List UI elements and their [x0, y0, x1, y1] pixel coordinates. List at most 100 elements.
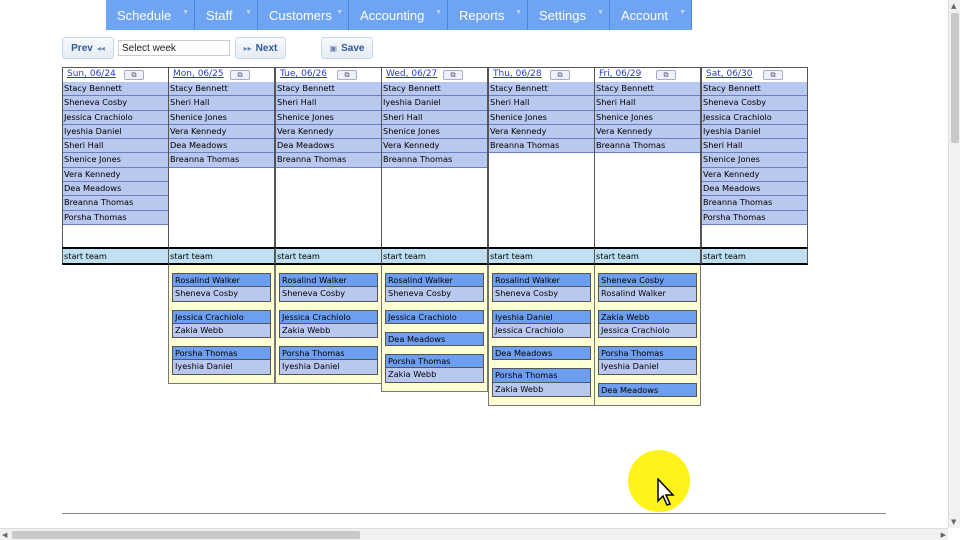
staff-item[interactable]: Shenice Jones: [489, 110, 594, 125]
start-team-dropzone[interactable]: start team: [275, 247, 382, 265]
staff-item[interactable]: Shenice Jones: [276, 110, 381, 125]
staff-item[interactable]: Dea Meadows: [63, 182, 168, 197]
staff-item[interactable]: Vera Kennedy: [382, 139, 487, 154]
staff-item[interactable]: Dea Meadows: [702, 182, 807, 197]
nav-account[interactable]: Account ▼: [610, 0, 692, 30]
save-button[interactable]: ▣ Save: [321, 37, 373, 59]
staff-item[interactable]: Stacy Bennett: [169, 82, 274, 97]
team-member[interactable]: Iyeshia Daniel: [279, 360, 378, 375]
staff-item[interactable]: Iyeshia Daniel: [63, 124, 168, 140]
team-member[interactable]: Sheneva Cosby: [279, 287, 378, 302]
team-member[interactable]: Sheneva Cosby: [385, 287, 484, 302]
team-group[interactable]: Dea Meadows: [385, 331, 484, 347]
staff-item[interactable]: Jessica Crachiolo: [63, 110, 168, 125]
copy-day-icon[interactable]: ⧉: [124, 70, 144, 80]
scroll-down-icon[interactable]: ▼: [951, 518, 956, 526]
team-group[interactable]: Porsha Thomas Iyeshia Daniel: [598, 346, 697, 375]
team-group[interactable]: Jessica Crachiolo Zakia Webb: [172, 309, 271, 339]
team-lead[interactable]: Porsha Thomas: [598, 346, 697, 361]
day-date-link[interactable]: Sun, 06/24: [67, 69, 116, 79]
team-group[interactable]: Porsha Thomas Zakia Webb: [492, 368, 591, 398]
team-member[interactable]: Jessica Crachiolo: [598, 323, 697, 339]
start-team-dropzone[interactable]: start team: [701, 247, 808, 265]
staff-item[interactable]: Vera Kennedy: [63, 167, 168, 183]
staff-item[interactable]: Shenice Jones: [169, 110, 274, 125]
staff-item[interactable]: Breanna Thomas: [382, 153, 487, 168]
team-lead[interactable]: Porsha Thomas: [172, 346, 271, 361]
team-lead[interactable]: Porsha Thomas: [279, 346, 378, 361]
horizontal-scrollbar[interactable]: ◀ ▶: [0, 528, 948, 540]
start-team-dropzone[interactable]: start team: [381, 247, 488, 265]
team-lead[interactable]: Jessica Crachiolo: [172, 309, 271, 324]
team-lead[interactable]: Dea Meadows: [598, 382, 697, 398]
start-team-dropzone[interactable]: start team: [168, 247, 275, 265]
scroll-left-icon[interactable]: ◀: [2, 531, 7, 539]
team-group[interactable]: Jessica Crachiolo Zakia Webb: [279, 309, 378, 339]
team-lead[interactable]: Sheneva Cosby: [598, 273, 697, 288]
day-date-link[interactable]: Thu, 06/28: [493, 69, 542, 79]
team-group[interactable]: Iyeshia Daniel Jessica Crachiolo: [492, 309, 591, 339]
team-member[interactable]: Zakia Webb: [279, 323, 378, 339]
staff-item[interactable]: Iyeshia Daniel: [702, 124, 807, 140]
staff-item[interactable]: Iyeshia Daniel: [382, 96, 487, 111]
team-group[interactable]: Dea Meadows: [492, 346, 591, 361]
team-lead[interactable]: Zakia Webb: [598, 309, 697, 324]
copy-day-icon[interactable]: ⧉: [337, 70, 357, 80]
staff-item[interactable]: Sheri Hall: [702, 139, 807, 154]
team-member[interactable]: Zakia Webb: [172, 323, 271, 339]
team-member[interactable]: Zakia Webb: [492, 382, 591, 398]
team-lead[interactable]: Iyeshia Daniel: [492, 309, 591, 324]
staff-item[interactable]: Jessica Crachiolo: [702, 110, 807, 125]
day-date-link[interactable]: Wed, 06/27: [386, 69, 437, 79]
staff-item[interactable]: Sheri Hall: [276, 96, 381, 111]
copy-day-icon[interactable]: ⧉: [763, 70, 783, 80]
team-lead[interactable]: Rosalind Walker: [172, 273, 271, 288]
team-group[interactable]: Porsha Thomas Iyeshia Daniel: [172, 346, 271, 375]
staff-item[interactable]: Breanna Thomas: [702, 196, 807, 211]
team-lead[interactable]: Porsha Thomas: [492, 368, 591, 383]
day-date-link[interactable]: Sat, 06/30: [706, 69, 752, 79]
staff-item[interactable]: Porsha Thomas: [702, 210, 807, 225]
team-group[interactable]: Dea Meadows: [598, 382, 697, 398]
staff-item[interactable]: Vera Kennedy: [169, 124, 274, 140]
team-group[interactable]: Rosalind Walker Sheneva Cosby: [172, 273, 271, 302]
copy-day-icon[interactable]: ⧉: [230, 70, 250, 80]
start-team-dropzone[interactable]: start team: [62, 247, 169, 265]
staff-item[interactable]: Shenice Jones: [595, 110, 700, 125]
team-member[interactable]: Rosalind Walker: [598, 287, 697, 302]
team-member[interactable]: Jessica Crachiolo: [492, 323, 591, 339]
staff-item[interactable]: Sheneva Cosby: [63, 96, 168, 111]
team-group[interactable]: Sheneva Cosby Rosalind Walker: [598, 273, 697, 302]
nav-staff[interactable]: Staff ▼: [195, 0, 258, 30]
staff-item[interactable]: Stacy Bennett: [702, 82, 807, 97]
team-lead[interactable]: Porsha Thomas: [385, 354, 484, 369]
staff-item[interactable]: Breanna Thomas: [63, 196, 168, 211]
staff-item[interactable]: Sheri Hall: [489, 96, 594, 111]
staff-item[interactable]: Breanna Thomas: [276, 153, 381, 168]
nav-settings[interactable]: Settings ▼: [528, 0, 610, 30]
team-lead[interactable]: Dea Meadows: [385, 331, 484, 347]
team-member[interactable]: Sheneva Cosby: [172, 287, 271, 302]
nav-accounting[interactable]: Accounting ▼: [349, 0, 448, 30]
staff-item[interactable]: Breanna Thomas: [595, 139, 700, 154]
team-lead[interactable]: Dea Meadows: [492, 346, 591, 361]
staff-item[interactable]: Sheri Hall: [382, 110, 487, 125]
copy-day-icon[interactable]: ⧉: [443, 70, 463, 80]
start-team-dropzone[interactable]: start team: [488, 247, 595, 265]
vertical-scroll-thumb[interactable]: [951, 13, 959, 143]
staff-item[interactable]: Shenice Jones: [702, 153, 807, 168]
staff-item[interactable]: Vera Kennedy: [702, 167, 807, 183]
staff-item[interactable]: Stacy Bennett: [595, 82, 700, 97]
staff-item[interactable]: Dea Meadows: [169, 139, 274, 154]
staff-item[interactable]: Sheneva Cosby: [702, 96, 807, 111]
staff-item[interactable]: Stacy Bennett: [63, 82, 168, 97]
team-group[interactable]: Jessica Crachiolo: [385, 309, 484, 324]
next-week-button[interactable]: ▸▸ Next: [235, 37, 286, 59]
staff-item[interactable]: Sheri Hall: [595, 96, 700, 111]
team-lead[interactable]: Jessica Crachiolo: [279, 309, 378, 324]
staff-item[interactable]: Porsha Thomas: [63, 210, 168, 225]
team-lead[interactable]: Jessica Crachiolo: [385, 309, 484, 324]
team-group[interactable]: Rosalind Walker Sheneva Cosby: [492, 273, 591, 302]
horizontal-scroll-thumb[interactable]: [12, 531, 360, 539]
team-group[interactable]: Rosalind Walker Sheneva Cosby: [385, 273, 484, 302]
